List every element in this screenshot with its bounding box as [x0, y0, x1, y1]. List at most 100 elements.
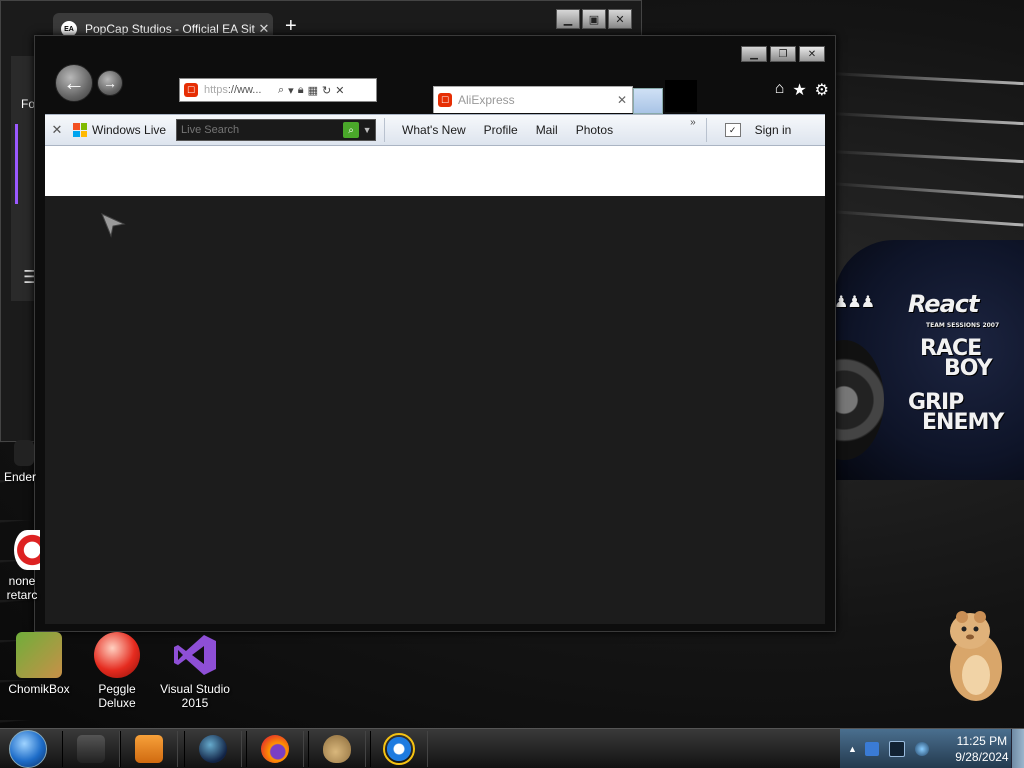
page-content-header	[45, 146, 825, 196]
profile-link[interactable]: Profile	[484, 123, 518, 137]
taskbar-item-internet-explorer[interactable]	[370, 731, 428, 767]
globe-icon	[199, 735, 227, 763]
cube-app-icon	[77, 735, 105, 763]
stop-icon[interactable]: ✕	[335, 84, 344, 97]
media-player-icon	[135, 735, 163, 763]
window-caption-buttons: ▁ ❐ ✕	[741, 46, 825, 62]
chomikbox-icon	[16, 632, 62, 678]
desktop-icon-label: ChomikBox	[8, 682, 70, 696]
wallpaper-stripe	[829, 112, 1024, 126]
desktop-icon-label: Visual Studio 2015	[160, 682, 230, 710]
ie-command-icons: ⌂ ★ ⚙	[775, 80, 829, 100]
decal-boy: BOY	[944, 356, 993, 381]
url-scheme: https	[204, 84, 228, 96]
compatibility-icon[interactable]: ▦	[308, 84, 318, 97]
desktop-icon-label: none retarc	[6, 574, 38, 602]
forward-arrow-icon: →	[103, 75, 117, 91]
back-button[interactable]: ←	[55, 64, 93, 102]
favorites-star-icon[interactable]: ★	[792, 80, 806, 100]
decal-react: React	[908, 290, 979, 318]
taskbar-item-explorer[interactable]	[62, 731, 120, 767]
taskbar-item-media-player[interactable]	[120, 731, 178, 767]
address-url[interactable]: https://ww...	[204, 84, 276, 96]
aliexpress-favicon-icon: ☐	[438, 93, 452, 107]
page-content[interactable]	[45, 196, 825, 624]
restore-button[interactable]: ❐	[770, 46, 796, 62]
forward-button[interactable]: →	[97, 70, 123, 96]
checkbox-icon[interactable]: ✓	[724, 123, 741, 137]
mail-link[interactable]: Mail	[536, 123, 558, 137]
close-toolbar-icon[interactable]: ✕	[45, 122, 69, 138]
wallpaper-stripe	[829, 150, 1024, 164]
car-wheel	[834, 340, 884, 460]
peggle-icon	[94, 632, 140, 678]
dropdown-icon[interactable]: ▼	[359, 125, 375, 135]
show-desktop-button[interactable]	[1011, 729, 1024, 768]
money-bag-icon	[323, 735, 351, 763]
ender-icon	[14, 440, 34, 466]
maximize-button[interactable]: ▣	[582, 9, 606, 29]
start-button[interactable]	[4, 730, 52, 768]
sidebar-accent	[15, 124, 18, 204]
decal-figures: ♟♟♟	[834, 292, 875, 311]
back-arrow-icon: ←	[63, 70, 85, 95]
clock-date: 9/28/2024	[955, 750, 1009, 764]
photos-link[interactable]: Photos	[576, 123, 613, 137]
network-icon[interactable]	[864, 742, 879, 756]
clock-time: 11:25 PM	[956, 734, 1008, 748]
desktop-icon-visual-studio[interactable]: Visual Studio 2015	[157, 632, 233, 710]
live-search-box[interactable]: ⌕ ▼	[176, 119, 377, 141]
gear-icon[interactable]: ⚙	[815, 80, 829, 100]
hamster-image	[950, 611, 1002, 701]
desktop-icon-peggle-deluxe[interactable]: Peggle Deluxe	[79, 632, 155, 710]
ie-browser-window[interactable]: ▁ ❐ ✕ ← → ☐ https://ww... ⌕ ▾ 🔒︎ ▦ ↻ ✕ ☐…	[34, 35, 836, 632]
monitor-icon[interactable]	[888, 741, 905, 757]
firefox-icon	[261, 735, 289, 763]
new-tab-button[interactable]	[633, 88, 663, 114]
toolbar-separator	[384, 118, 386, 142]
close-button[interactable]: ✕	[799, 46, 825, 62]
taskbar: ▲ 11:25 PM 9/28/2024	[0, 728, 1024, 768]
internet-explorer-icon	[383, 733, 415, 765]
desktop-icon-ender[interactable]: Ender	[0, 440, 76, 484]
mouse-cursor-icon	[101, 213, 126, 238]
search-icon[interactable]: ⌕	[278, 84, 284, 97]
desktop-icon-none-retarc[interactable]: none retarc	[0, 530, 40, 602]
minimize-button[interactable]: ▁	[556, 9, 580, 29]
volume-icon[interactable]	[914, 742, 929, 756]
sign-in-link[interactable]: Sign in	[755, 123, 792, 137]
home-icon[interactable]: ⌂	[775, 80, 785, 100]
minimize-button[interactable]: ▁	[741, 46, 767, 62]
clock[interactable]: 11:25 PM 9/28/2024	[947, 733, 1017, 765]
url-rest: ://ww...	[227, 84, 262, 96]
refresh-icon[interactable]: ↻	[322, 84, 331, 97]
taskbar-item-globe[interactable]	[184, 731, 242, 767]
background-sidebar	[11, 56, 35, 301]
background-tab-title: PopCap Studios - Official EA Sit	[85, 22, 255, 36]
search-icon[interactable]: ⌕	[343, 122, 360, 138]
windows-live-logo[interactable]: Windows Live	[73, 123, 166, 137]
live-search-input[interactable]	[177, 123, 344, 137]
address-bar[interactable]: ☐ https://ww... ⌕ ▾ 🔒︎ ▦ ↻ ✕	[179, 78, 377, 102]
app-icon	[14, 530, 40, 570]
close-button[interactable]: ✕	[608, 9, 632, 29]
toolbar-separator	[705, 118, 707, 142]
chevron-more-icon[interactable]: »	[690, 117, 696, 128]
show-hidden-icons-icon[interactable]: ▲	[848, 744, 857, 754]
taskbar-item-firefox[interactable]	[246, 731, 304, 767]
tab-aliexpress[interactable]: ☐ AliExpress ✕	[433, 86, 633, 113]
lock-icon[interactable]: 🔒︎	[298, 84, 304, 97]
windows-flag-icon	[73, 123, 87, 137]
wallpaper-car: ♟♟♟ React TEAM SESSIONS 2007 RACE BOY GR…	[834, 240, 1024, 480]
wallpaper-stripe	[829, 72, 1024, 86]
desktop-icon-chomikbox[interactable]: ChomikBox	[1, 632, 77, 696]
whats-new-link[interactable]: What's New	[402, 123, 466, 137]
system-tray: ▲ 11:25 PM 9/28/2024	[840, 729, 1024, 768]
taskbar-item-money-bag[interactable]	[308, 731, 366, 767]
aliexpress-favicon-icon: ☐	[184, 83, 198, 97]
background-partial-label: Fo	[21, 97, 36, 111]
close-tab-icon[interactable]: ✕	[617, 93, 627, 107]
dropdown-icon[interactable]: ▾	[288, 84, 294, 97]
toolbar-spacer	[665, 80, 697, 112]
wallpaper-stripe	[829, 182, 1024, 199]
